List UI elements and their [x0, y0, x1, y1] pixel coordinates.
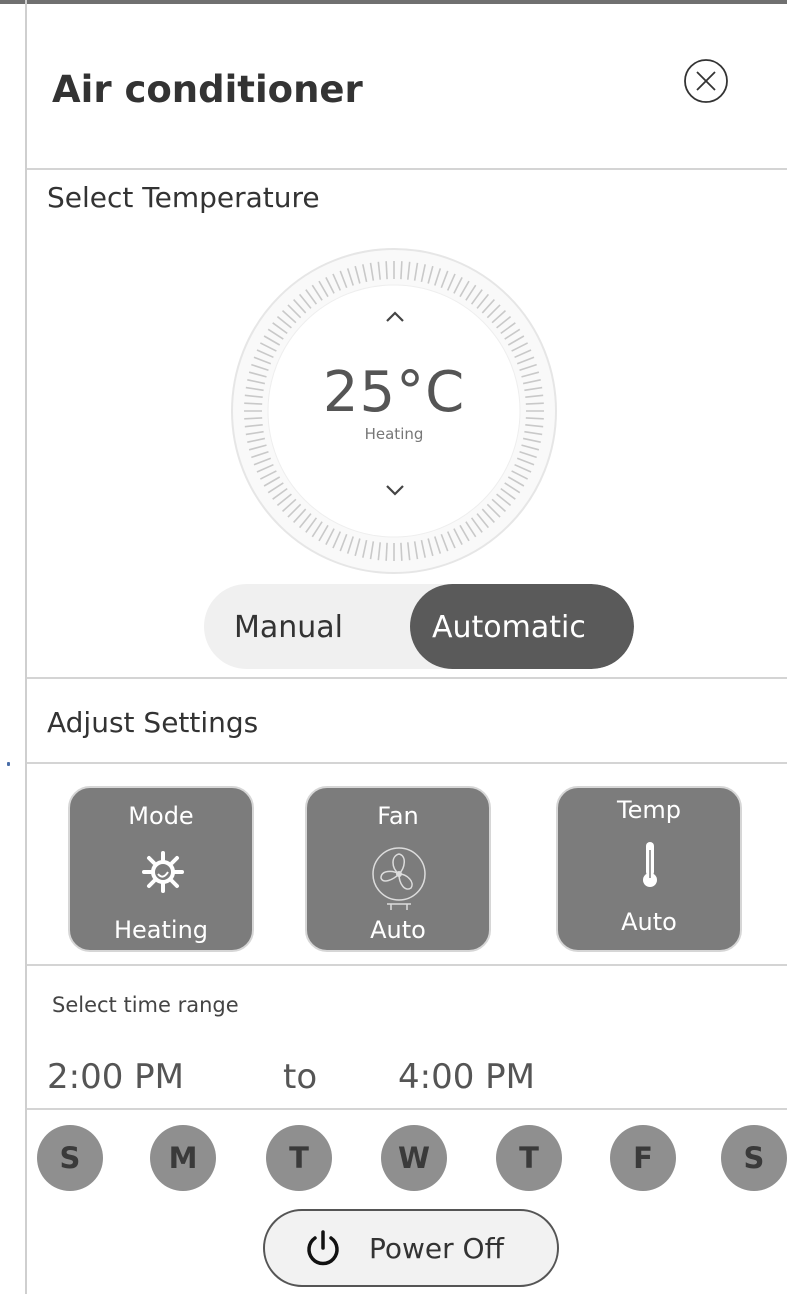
left-marker [7, 762, 10, 766]
settings-section-label: Adjust Settings [47, 706, 259, 739]
fan-tile-label: Fan [377, 802, 419, 830]
temp-tile-value: Auto [621, 908, 677, 936]
close-button[interactable] [682, 57, 730, 105]
start-time[interactable]: 2:00 PM [47, 1057, 184, 1097]
dial-tick [400, 542, 403, 561]
divider [27, 1108, 787, 1110]
divider [27, 964, 787, 966]
fan-tile-value: Auto [370, 916, 426, 944]
day-sunday[interactable]: S [37, 1125, 103, 1191]
fan-icon [372, 847, 426, 910]
fan-tile[interactable]: Fan Auto [305, 786, 491, 952]
dial-tick [385, 542, 388, 561]
divider [27, 677, 787, 679]
close-circle-icon[interactable] [682, 57, 730, 105]
day-tuesday[interactable]: T [266, 1125, 332, 1191]
power-off-label: Power Off [369, 1232, 504, 1265]
divider [27, 168, 787, 170]
manual-option[interactable]: Manual [234, 610, 343, 645]
power-off-button[interactable]: Power Off [263, 1209, 559, 1287]
temp-tile[interactable]: Temp Auto [556, 786, 742, 952]
power-icon [307, 1230, 339, 1266]
dial-tick [385, 261, 388, 280]
mode-tile-label: Mode [128, 802, 194, 830]
day-friday[interactable]: F [610, 1125, 676, 1191]
control-mode-toggle[interactable]: Manual Automatic [204, 584, 634, 669]
time-separator: to [283, 1057, 318, 1097]
thermometer-icon [643, 842, 657, 887]
temperature-mode: Heating [364, 425, 424, 443]
temp-tile-label: Temp [617, 796, 681, 824]
automatic-option[interactable]: Automatic [432, 610, 586, 645]
day-thursday[interactable]: T [496, 1125, 562, 1191]
day-saturday[interactable]: S [721, 1125, 787, 1191]
left-divider [25, 0, 27, 1294]
time-range-label: Select time range [52, 993, 239, 1017]
chevron-down-icon[interactable] [375, 478, 415, 502]
temperature-section-label: Select Temperature [47, 181, 320, 214]
temperature-value: 25°C [322, 360, 466, 425]
sun-icon [142, 851, 184, 893]
mode-tile[interactable]: Mode Heating [68, 786, 254, 952]
day-monday[interactable]: M [150, 1125, 216, 1191]
end-time[interactable]: 4:00 PM [398, 1057, 535, 1097]
chevron-up-icon[interactable] [375, 304, 415, 328]
mode-tile-value: Heating [113, 916, 209, 944]
dial-tick [400, 261, 403, 280]
divider [27, 762, 787, 764]
day-wednesday[interactable]: W [381, 1125, 447, 1191]
page-title: Air conditioner [52, 68, 363, 111]
top-bar [0, 0, 787, 4]
